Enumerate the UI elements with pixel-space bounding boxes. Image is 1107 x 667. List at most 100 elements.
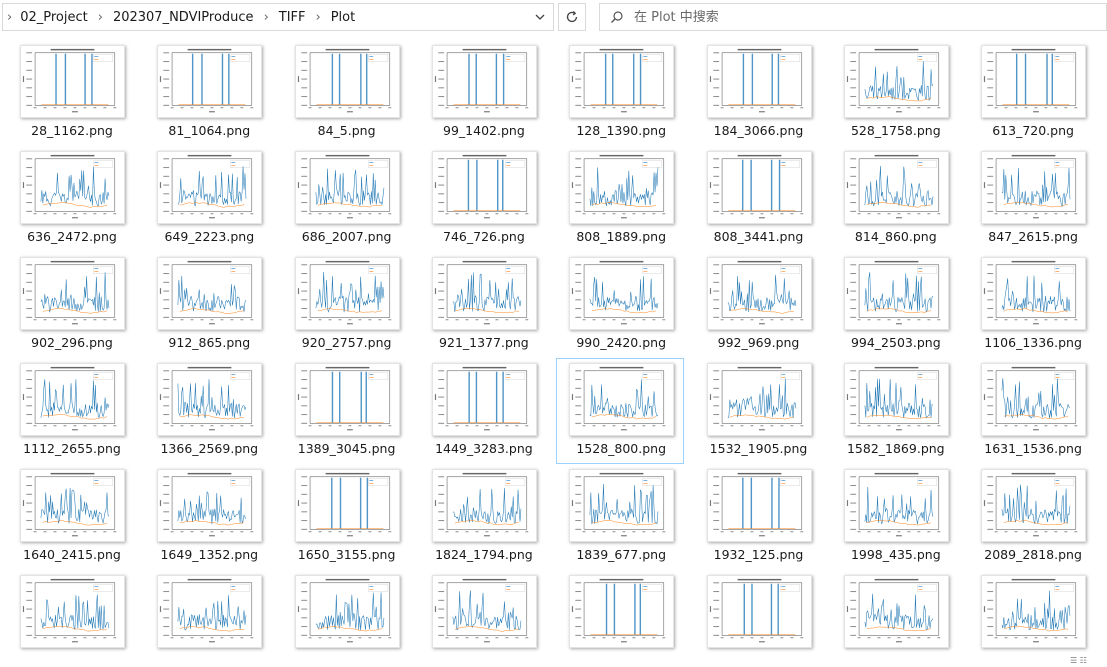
file-thumbnail [157, 469, 263, 542]
file-item[interactable]: 990_2420.png [556, 252, 684, 358]
thumb-xtick-label [93, 637, 97, 639]
thumb-xtick-label [1034, 107, 1038, 109]
refresh-button[interactable] [558, 3, 586, 31]
thumb-ytick-label [300, 264, 307, 266]
thumb-ytick-label [575, 87, 582, 89]
thumb-ytick-label [163, 87, 170, 89]
thumb-title-mark [1011, 472, 1056, 475]
thumb-xlabel [895, 217, 902, 219]
chevron-right-icon[interactable]: › [308, 10, 329, 25]
file-item[interactable]: 994_2503.png [831, 252, 959, 358]
file-item[interactable]: 1640_2415.png [7, 464, 135, 570]
thumb-ytick-label [712, 608, 719, 610]
thumb-xtick-label [33, 425, 37, 427]
file-item[interactable]: 902_296.png [7, 252, 135, 358]
thumb-xtick-label [1014, 531, 1018, 533]
file-item[interactable] [282, 570, 410, 667]
thumb-xtick-label [93, 531, 97, 533]
view-mode-icons[interactable]: ☰ ☷ [1070, 656, 1107, 667]
file-name-label: 1112_2655.png [23, 441, 121, 456]
breadcrumb-item-plot[interactable]: Plot [329, 10, 358, 25]
file-item[interactable]: 1106_1336.png [968, 252, 1096, 358]
file-item[interactable]: 746_726.png [419, 146, 547, 252]
file-item[interactable]: 1532_1905.png [694, 358, 822, 464]
file-item[interactable]: 1389_3045.png [282, 358, 410, 464]
thumb-ytick-label [163, 608, 170, 610]
file-item[interactable]: 1528_800.png [556, 358, 685, 464]
file-item[interactable]: 921_1377.png [419, 252, 547, 358]
file-item[interactable]: 1839_677.png [556, 464, 684, 570]
chevron-right-icon[interactable]: › [90, 10, 111, 25]
thumb-xtick-label [83, 637, 87, 639]
file-item[interactable]: 847_2615.png [968, 146, 1096, 252]
file-item[interactable] [7, 570, 135, 667]
file-item[interactable]: 1582_1869.png [831, 358, 959, 464]
file-item[interactable]: 912_865.png [144, 252, 272, 358]
file-item[interactable]: 808_3441.png [694, 146, 822, 252]
thumb-title-mark [50, 578, 95, 581]
breadcrumb-item-ndviproduce[interactable]: 202307_NDVIProduce [111, 10, 256, 25]
file-item[interactable]: 1366_2569.png [144, 358, 272, 464]
file-item[interactable]: 1449_3283.png [419, 358, 547, 464]
file-name-label: 1528_800.png [576, 441, 667, 456]
file-item[interactable] [556, 570, 684, 667]
search-box[interactable] [599, 3, 1107, 31]
thumb-xtick-label [43, 107, 47, 109]
thumb-legend [642, 584, 663, 592]
file-item[interactable] [831, 570, 959, 667]
file-item[interactable]: 686_2007.png [282, 146, 410, 252]
search-input[interactable] [634, 5, 1074, 29]
thumb-ytick-label [575, 591, 582, 593]
thumb-series1 [727, 378, 796, 419]
thumb-legend [93, 160, 114, 168]
thumb-xtick-label [612, 425, 616, 427]
file-item[interactable]: 649_2223.png [144, 146, 272, 252]
thumb-xtick-label [750, 213, 753, 215]
file-item[interactable]: 2089_2818.png [968, 464, 1096, 570]
file-item[interactable]: 84_5.png [282, 40, 410, 146]
thumb-xtick-label [240, 319, 244, 321]
file-item[interactable]: 1998_435.png [831, 464, 959, 570]
file-name-label: 808_1889.png [576, 229, 667, 244]
thumb-xtick-label [73, 107, 77, 109]
chevron-right-icon[interactable]: › [256, 10, 277, 25]
file-item[interactable]: 1650_3155.png [282, 464, 410, 570]
thumb-series1 [40, 166, 110, 207]
history-dropdown-button[interactable] [527, 4, 553, 30]
file-item[interactable] [694, 570, 822, 667]
file-item[interactable]: 814_860.png [831, 146, 959, 252]
file-item[interactable]: 28_1162.png [7, 40, 135, 146]
thumb-ytick-label [163, 290, 170, 292]
file-item[interactable]: 81_1064.png [144, 40, 272, 146]
thumb-legend [1054, 266, 1075, 274]
thumb-legend [230, 266, 251, 274]
thumb-xlabel [895, 429, 902, 431]
file-item[interactable]: 1631_1536.png [968, 358, 1096, 464]
file-item[interactable]: 184_3066.png [694, 40, 822, 146]
address-bar[interactable]: › 02_Project › 202307_NDVIProduce › TIFF… [2, 3, 554, 31]
file-item[interactable]: 1112_2655.png [7, 358, 135, 464]
file-item[interactable] [968, 570, 1096, 667]
breadcrumb-item-tiff[interactable]: TIFF [277, 10, 308, 25]
thumb-ylabel [434, 606, 436, 612]
file-item[interactable]: 128_1390.png [556, 40, 684, 146]
file-item[interactable]: 808_1889.png [556, 146, 684, 252]
thumb-ylabel [846, 500, 848, 506]
thumb-xtick-label [1024, 531, 1028, 533]
file-item[interactable]: 99_1402.png [419, 40, 547, 146]
file-item[interactable]: 992_969.png [694, 252, 822, 358]
thumb-xtick-label [200, 531, 204, 533]
file-item[interactable]: 1824_1794.png [419, 464, 547, 570]
breadcrumb-item-project[interactable]: 02_Project [18, 10, 90, 25]
file-item[interactable] [419, 570, 547, 667]
file-item[interactable]: 636_2472.png [7, 146, 135, 252]
file-item[interactable]: 528_1758.png [831, 40, 959, 146]
thumb-xtick-label [377, 319, 381, 321]
file-item[interactable]: 1932_125.png [694, 464, 822, 570]
thumb-ytick-label [987, 387, 994, 389]
file-item[interactable]: 613_720.png [968, 40, 1096, 146]
file-item[interactable]: 1649_1352.png [144, 464, 272, 570]
file-item[interactable]: 920_2757.png [282, 252, 410, 358]
thumb-ytick-label [163, 61, 170, 63]
file-item[interactable] [144, 570, 272, 667]
